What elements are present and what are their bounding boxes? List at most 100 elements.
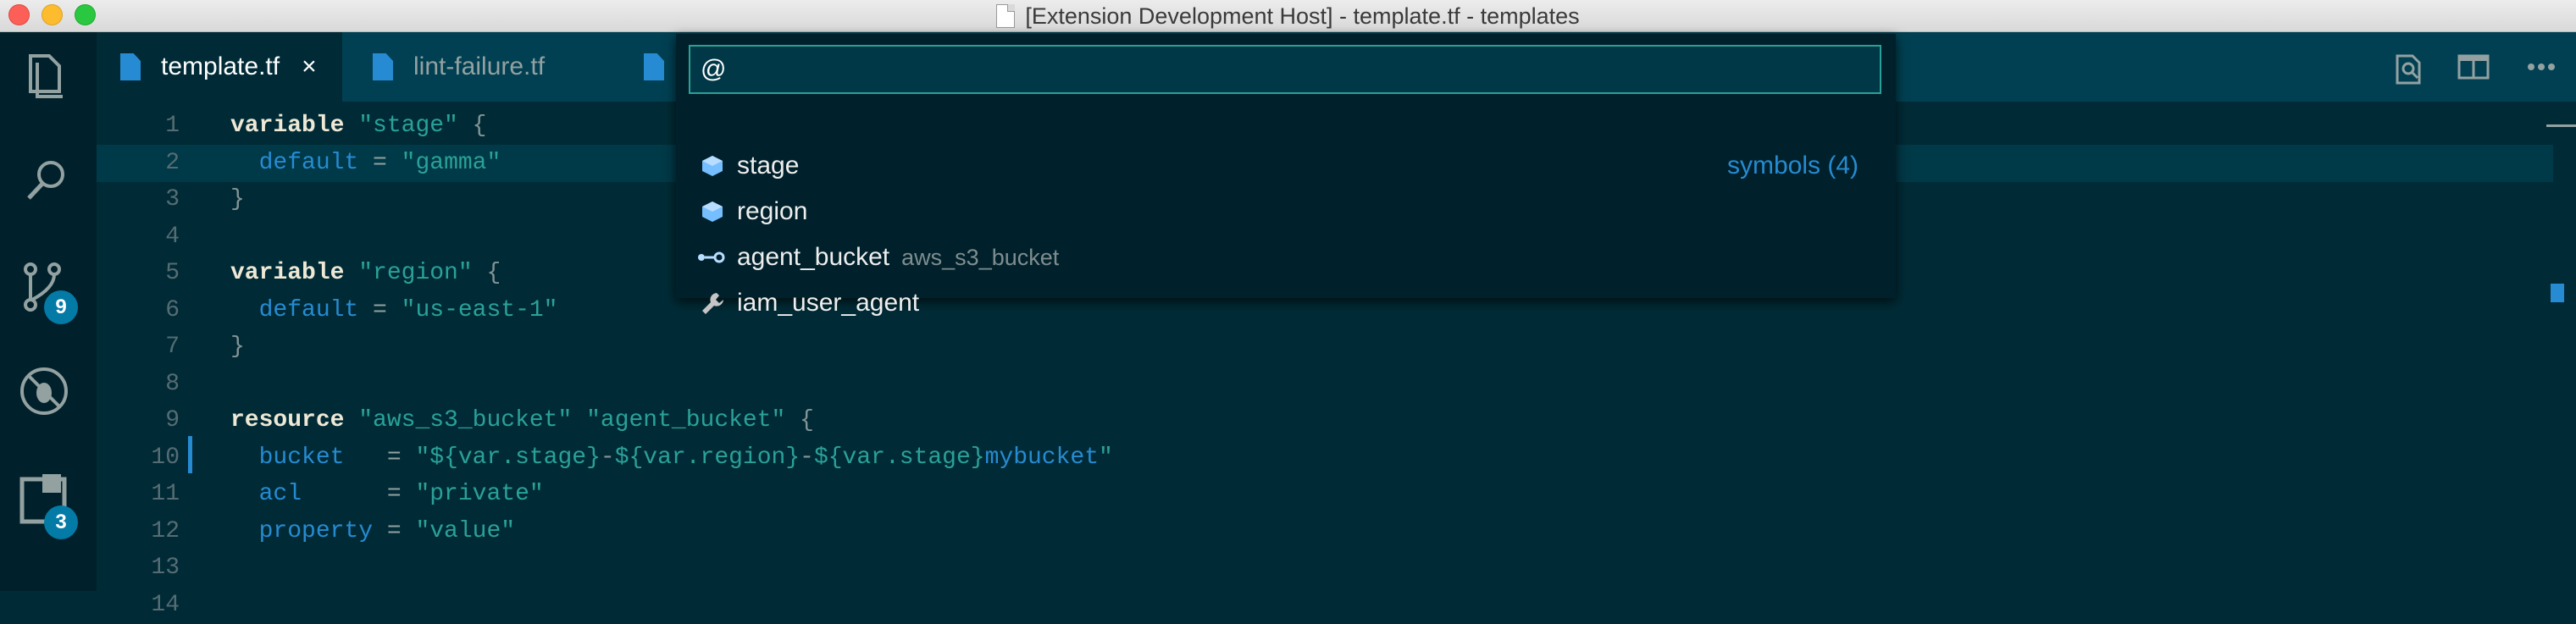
code-token: variable (230, 113, 345, 139)
quick-open-item[interactable]: region (676, 189, 1896, 235)
activity-debug[interactable] (0, 349, 97, 433)
code-token: "agent_bucket" (586, 407, 786, 433)
variable-icon (702, 156, 723, 176)
code-line[interactable]: 14 (97, 587, 2553, 624)
line-number: 3 (165, 186, 180, 213)
line-content: variable "stage" { (230, 108, 486, 145)
line-number: 4 (165, 223, 180, 250)
quick-open-item[interactable]: stage symbols (4) (676, 143, 1896, 189)
quick-open-item-label: iam_user_agent (737, 289, 920, 317)
line-number: 9 (165, 407, 180, 433)
minimap-marker (2546, 124, 2576, 127)
line-number: 12 (151, 517, 180, 544)
line-number: 13 (151, 555, 180, 581)
line-number: 10 (151, 444, 180, 471)
code-token: bucket (258, 444, 345, 471)
code-token: "us-east-1" (401, 296, 558, 323)
quick-open-item[interactable]: iam_user_agent (676, 280, 1896, 326)
modified-line-marker (188, 436, 192, 473)
debug-icon (20, 367, 68, 415)
code-line[interactable]: 7} (97, 329, 2553, 366)
code-token: } (230, 186, 245, 213)
code-token: mybucket (984, 444, 1100, 471)
line-content: property = "value" (230, 513, 515, 550)
code-line[interactable]: 10 bucket = "${var.stage}-${var.region}-… (97, 439, 2553, 477)
tab-close-button[interactable]: × (302, 52, 317, 81)
code-line[interactable]: 8 (97, 366, 2553, 403)
activity-explorer[interactable] (0, 32, 97, 117)
code-token: default (258, 149, 359, 176)
line-content: } (230, 329, 245, 366)
code-token: { (800, 407, 814, 433)
code-token: acl (258, 481, 302, 507)
code-token: "region" (358, 260, 473, 286)
code-token: "value" (415, 517, 516, 544)
code-token: "stage" (358, 113, 458, 139)
line-content: resource "aws_s3_bucket" "agent_bucket" … (230, 402, 814, 439)
activity-extensions[interactable]: 3 (0, 454, 97, 539)
source-control-badge: 9 (44, 290, 78, 324)
resource-icon (698, 251, 725, 263)
tab-lint-failure-tf[interactable]: lint-failure.tf (373, 32, 545, 102)
code-token: { (472, 113, 487, 139)
file-icon (373, 53, 393, 80)
line-number: 11 (151, 481, 180, 507)
tab-label: lint-failure.tf (413, 52, 546, 80)
quick-open-input[interactable]: @ (689, 45, 1881, 94)
code-line[interactable]: 13 (97, 549, 2553, 587)
code-token: ${var.stage} (813, 444, 985, 471)
split-editor-button[interactable] (2457, 32, 2490, 102)
file-icon (120, 53, 141, 80)
search-icon (27, 161, 64, 200)
code-token: { (486, 260, 501, 286)
quick-open-meta: symbols (4) (1726, 152, 1859, 179)
activity-source-control[interactable]: 9 (0, 244, 97, 329)
line-number: 14 (151, 591, 180, 618)
search-file-icon (2396, 54, 2421, 85)
quick-open-item[interactable]: agent_bucket aws_s3_bucket (676, 235, 1896, 280)
code-token: ${var.region} (614, 444, 800, 471)
line-content: acl = "private" (230, 476, 544, 513)
code-token: resource (230, 407, 345, 433)
code-token: "aws_s3_bucket" (358, 407, 573, 433)
title-bar: [Extension Development Host] - template.… (0, 0, 2576, 32)
scrollbar-marker (2551, 284, 2564, 302)
activity-search[interactable] (0, 139, 97, 224)
code-line[interactable]: 12 property = "value" (97, 513, 2553, 550)
explorer-icon (29, 54, 63, 98)
open-changes-button[interactable] (2392, 32, 2426, 102)
ellipsis-icon (2528, 64, 2555, 70)
code-token: - (800, 444, 814, 471)
activity-bar: 9 3 (0, 32, 97, 591)
code-token: variable (230, 260, 345, 286)
line-number: 8 (165, 370, 180, 397)
line-content: variable "region" { (230, 255, 501, 292)
line-content: default = "gamma" (230, 145, 501, 182)
code-line[interactable]: 9 resource "aws_s3_bucket" "agent_bucket"… (97, 402, 2553, 439)
more-actions-button[interactable] (2526, 32, 2560, 102)
window-title: [Extension Development Host] - template.… (1025, 3, 1580, 29)
code-token: "${var.stage} (415, 444, 601, 471)
tab-template-tf[interactable]: template.tf × (97, 32, 342, 102)
code-token: "private" (415, 481, 544, 507)
line-content: bucket = "${var.stage}-${var.region}-${v… (230, 439, 1113, 477)
line-content: default = "us-east-1" (230, 292, 558, 329)
code-line[interactable]: 11 acl = "private" (97, 476, 2553, 513)
code-token: } (230, 334, 245, 360)
quick-open-item-label: region (737, 197, 808, 225)
quick-open-item-detail: aws_s3_bucket (901, 245, 1060, 270)
tab-label: template.tf (161, 52, 280, 80)
split-editor-icon (2457, 54, 2490, 80)
line-number: 6 (165, 296, 180, 323)
document-icon (996, 4, 1016, 28)
code-token: "gamma" (401, 149, 501, 176)
code-token: default (258, 296, 359, 323)
